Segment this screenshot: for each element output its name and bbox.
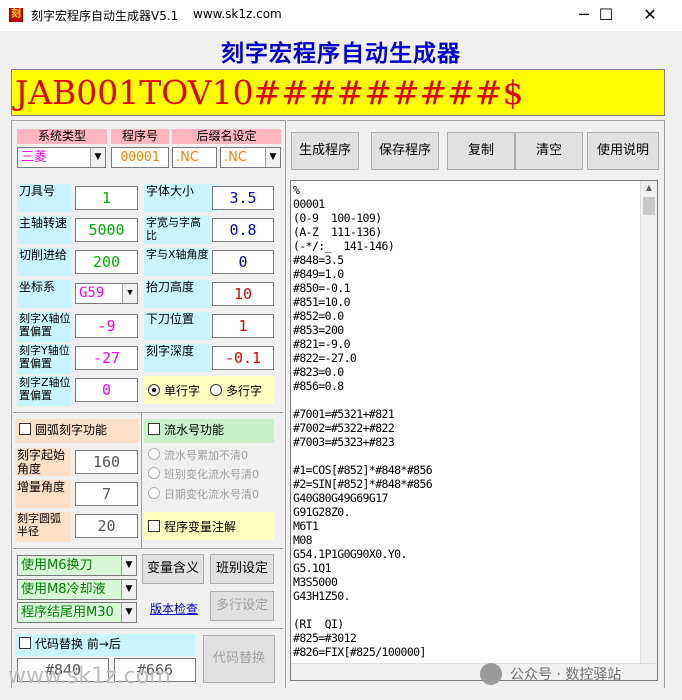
x-angle-input[interactable]: 0 xyxy=(212,250,274,274)
clear-button[interactable]: 清空 xyxy=(515,132,583,170)
chevron-down-icon: ▼ xyxy=(121,556,136,575)
retract-height-input[interactable]: 10 xyxy=(212,282,274,306)
program-text: % 00001 (0-9 100-109) (A-Z 111-136) (-*/… xyxy=(293,183,433,659)
checkbox-icon xyxy=(148,520,160,532)
scroll-up-icon[interactable]: ▲ xyxy=(643,183,655,193)
spindle-speed-input[interactable]: 5000 xyxy=(75,218,138,242)
text-input[interactable]: JAB001TOV10#########$ xyxy=(11,69,665,116)
maximize-icon: ☐ xyxy=(598,5,614,24)
serial-option-date[interactable]: 日期变化流水号清0 xyxy=(148,486,259,502)
program-number-input[interactable]: 00001 xyxy=(111,147,169,168)
version-check-link[interactable]: 版本检查 xyxy=(150,600,198,617)
feed-rate-input[interactable]: 200 xyxy=(75,250,138,274)
variable-comment-checkbox[interactable]: 程序变量注解 xyxy=(144,512,274,540)
chevron-down-icon: ▼ xyxy=(121,580,136,599)
program-number-header: 程序号 xyxy=(111,129,169,144)
x-offset-input[interactable]: -9 xyxy=(75,314,138,338)
width-ratio-input[interactable]: 0.8 xyxy=(212,218,274,242)
serial-option-accumulate[interactable]: 流水号累加不清0 xyxy=(148,447,248,463)
checkbox-icon xyxy=(19,423,31,435)
engrave-depth-label: 刻字深度 xyxy=(144,344,210,372)
multi-line-settings-button[interactable]: 多行设定 xyxy=(210,591,274,621)
program-output[interactable]: % 00001 (0-9 100-109) (A-Z 111-136) (-*/… xyxy=(290,180,658,681)
radio-icon xyxy=(148,467,160,479)
plunge-position-input[interactable]: 1 xyxy=(212,314,274,338)
chevron-down-icon: ▼ xyxy=(121,603,136,622)
y-offset-label: 刻字Y轴位置偏置 xyxy=(17,344,71,374)
serial-function-checkbox[interactable]: 流水号功能 xyxy=(144,419,274,443)
tool-number-label: 刀具号 xyxy=(17,184,71,212)
code-replace-checkbox[interactable]: 代码替换 前→后 xyxy=(15,634,195,656)
radio-icon xyxy=(210,384,222,396)
z-offset-label: 刻字Z轴位置偏置 xyxy=(17,376,71,406)
x-offset-label: 刻字X轴位置偏置 xyxy=(17,312,71,342)
arc-radius-input[interactable]: 20 xyxy=(75,514,138,538)
app-icon: 刻 xyxy=(9,8,23,22)
vertical-scrollbar[interactable]: ▲ xyxy=(640,181,657,665)
system-type-header: 系统类型 xyxy=(17,129,107,144)
system-type-select[interactable]: 三菱 ▼ xyxy=(17,147,106,168)
tool-number-input[interactable]: 1 xyxy=(75,186,138,210)
scroll-thumb[interactable] xyxy=(643,197,655,215)
plunge-position-label: 下刀位置 xyxy=(144,312,210,340)
arc-radius-label: 刻字圆弧半径 xyxy=(15,512,71,542)
z-offset-input[interactable]: 0 xyxy=(75,378,138,402)
arc-function-checkbox[interactable]: 圆弧刻字功能 xyxy=(15,419,139,443)
site-watermark: www.sk1z.com xyxy=(8,664,171,689)
width-ratio-label: 字宽与字高比 xyxy=(144,216,210,244)
suffix-header: 后缀名设定 xyxy=(172,129,281,144)
serial-option-shift[interactable]: 班别变化流水号清0 xyxy=(148,466,259,482)
retract-height-label: 抬刀高度 xyxy=(144,280,210,308)
feed-rate-label: 切削进给 xyxy=(17,248,71,276)
chevron-down-icon: ▼ xyxy=(90,148,105,167)
single-line-radio[interactable]: 单行字 xyxy=(148,382,200,399)
radio-icon xyxy=(148,487,160,499)
shift-settings-button[interactable]: 班别设定 xyxy=(210,554,274,584)
spindle-speed-label: 主轴转速 xyxy=(17,216,71,244)
close-button[interactable]: ✕ xyxy=(628,0,672,31)
line-mode-group: 单行字 多行字 xyxy=(144,376,274,404)
multi-line-radio[interactable]: 多行字 xyxy=(210,382,262,399)
radio-icon xyxy=(148,448,160,460)
arc-start-input[interactable]: 160 xyxy=(75,450,138,474)
x-angle-label: 字与X轴角度 xyxy=(144,248,210,276)
y-offset-input[interactable]: -27 xyxy=(75,346,138,370)
checkbox-icon xyxy=(148,423,160,435)
help-button[interactable]: 使用说明 xyxy=(587,132,659,170)
m30-select[interactable]: 程序结尾用M30 ▼ xyxy=(17,602,137,623)
chevron-down-icon: ▼ xyxy=(265,148,280,167)
font-size-label: 字体大小 xyxy=(144,184,218,212)
checkbox-icon xyxy=(19,637,31,649)
title-bar: 刻 刻字宏程序自动生成器V5.1 www.sk1z.com ─ ☐ ✕ xyxy=(0,0,682,31)
engrave-depth-input[interactable]: -0.1 xyxy=(212,346,274,370)
arc-start-label: 刻字起始角度 xyxy=(15,448,71,476)
save-program-button[interactable]: 保存程序 xyxy=(371,132,439,170)
wechat-icon xyxy=(480,663,502,685)
window-url: www.sk1z.com xyxy=(193,7,282,21)
app-heading: 刻字宏程序自动生成器 xyxy=(221,40,461,67)
suffix-select[interactable]: .NC ▼ xyxy=(220,147,281,168)
generate-program-button[interactable]: 生成程序 xyxy=(291,132,359,170)
close-icon: ✕ xyxy=(643,5,657,24)
window-title: 刻字宏程序自动生成器V5.1 xyxy=(31,9,179,23)
arc-increment-label: 增量角度 xyxy=(15,480,71,508)
radio-selected-icon xyxy=(148,384,160,396)
font-size-input[interactable]: 3.5 xyxy=(212,186,274,210)
variable-meaning-button[interactable]: 变量含义 xyxy=(142,554,204,584)
maximize-button[interactable]: ☐ xyxy=(584,0,628,31)
m6-select[interactable]: 使用M6换刀 ▼ xyxy=(17,555,137,576)
coordinate-system-select[interactable]: G59 ▼ xyxy=(75,283,138,304)
code-replace-button[interactable]: 代码替换 xyxy=(203,635,275,683)
suffix-input[interactable]: .NC xyxy=(172,147,217,168)
chevron-down-icon: ▼ xyxy=(122,284,137,303)
copy-button[interactable]: 复制 xyxy=(447,132,515,170)
arc-increment-input[interactable]: 7 xyxy=(75,482,138,506)
coordinate-system-label: 坐标系 xyxy=(17,280,71,308)
m8-select[interactable]: 使用M8冷却液 ▼ xyxy=(17,579,137,600)
